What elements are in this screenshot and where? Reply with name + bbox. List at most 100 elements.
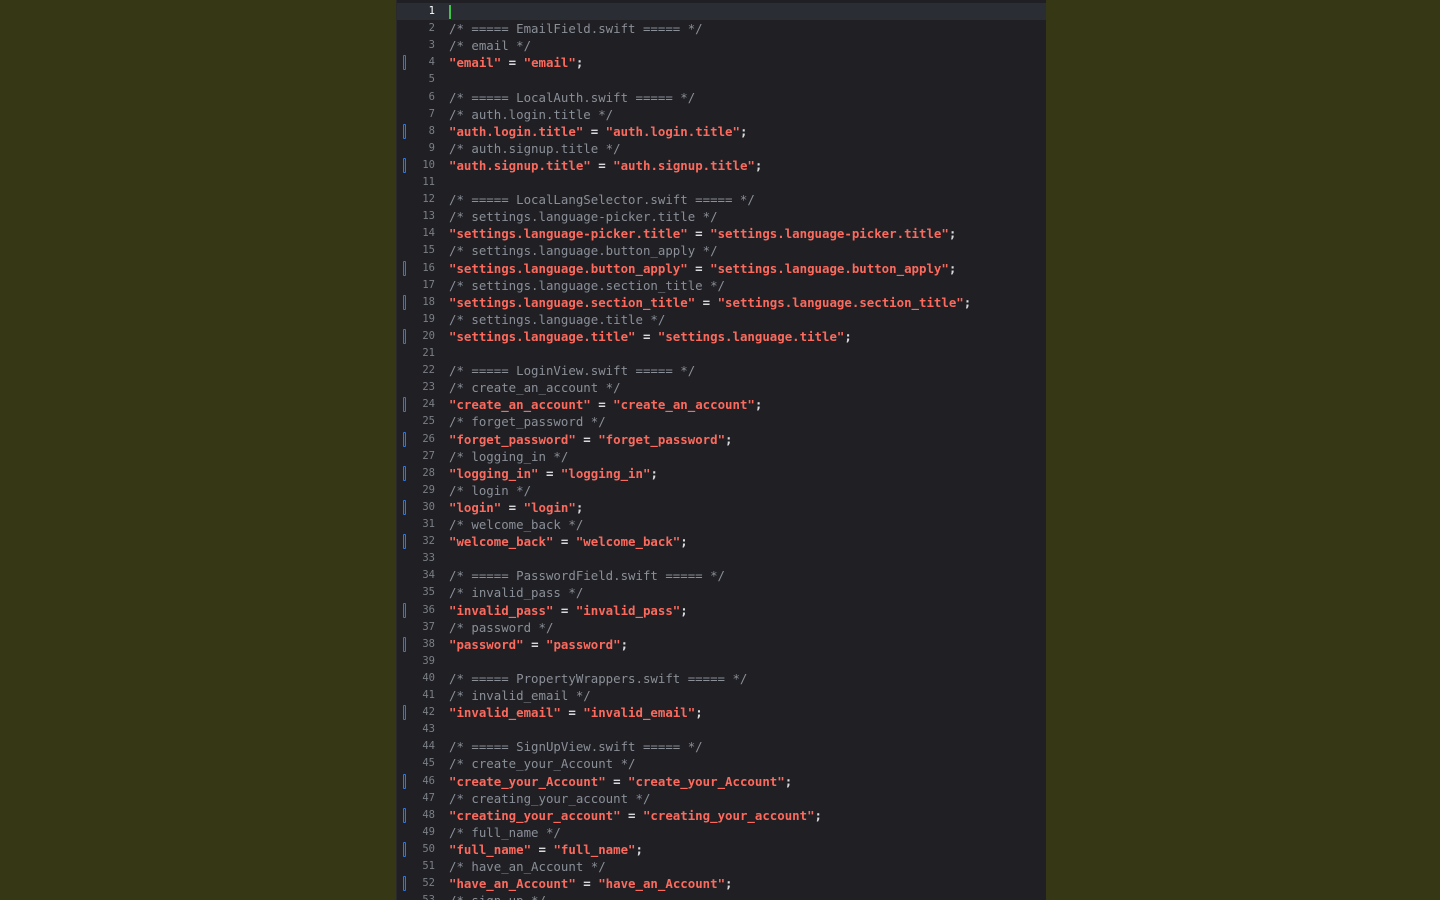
code-line[interactable]: 31 /* welcome_back */ [397,516,1046,533]
code-line[interactable]: 50 "full_name" = "full_name"; [397,841,1046,858]
string-value: "have_an_Account" [598,876,726,892]
code-line[interactable]: 35 /* invalid_pass */ [397,584,1046,601]
code-line[interactable]: 15 /* settings.language.button_apply */ [397,242,1046,259]
comment-text: /* sign_up */ [449,893,546,900]
assign-operator: = [523,636,546,652]
code-line[interactable]: 8 "auth.login.title" = "auth.login.title"… [397,123,1046,140]
code-line[interactable]: 52 "have_an_Account" = "have_an_Account"; [397,875,1046,892]
comment-text: /* welcome_back */ [449,517,584,532]
line-code: "invalid_email" = "invalid_email"; [449,704,703,721]
code-line[interactable]: 46 "create_your_Account" = "create_your_A… [397,773,1046,790]
code-line[interactable]: 27 /* logging_in */ [397,448,1046,465]
code-line[interactable]: 53 /* sign_up */ [397,892,1046,900]
comment-text: /* ===== PropertyWrappers.swift ===== */ [449,670,748,686]
code-line[interactable]: 22 /* ===== LoginView.swift ===== */ [397,362,1046,379]
comment-text: /* settings.language.section_title */ [449,277,726,293]
code-line[interactable]: 9 /* auth.signup.title */ [397,140,1046,157]
code-line[interactable]: 51 /* have_an_Account */ [397,858,1046,875]
assign-operator: = [538,465,561,481]
comment-text: /* forget_password */ [449,414,606,430]
assign-operator: = [531,841,554,857]
string-key: "logging_in" [449,465,539,481]
line-code: /* settings.language-picker.title */ [449,208,718,225]
line-code: "auth.signup.title" = "auth.signup.title… [449,157,762,174]
code-line[interactable]: 17 /* settings.language.section_title */ [397,277,1046,294]
line-code: /* settings.language.button_apply */ [449,242,718,259]
line-number: 32 [422,535,435,548]
comment-text: /* ===== PasswordField.swift ===== */ [449,568,726,584]
semicolon: ; [948,226,957,242]
code-line[interactable]: 37 /* password */ [397,619,1046,636]
code-line[interactable]: 5 [397,71,1046,88]
line-code: "settings.language.section_title" = "set… [449,294,971,311]
comment-text: /* create_an_account */ [449,380,621,396]
code-line[interactable]: 1 [397,3,1046,20]
code-line[interactable]: 25 /* forget_password */ [397,413,1046,430]
code-line[interactable]: 21 [397,345,1046,362]
assign-operator: = [501,499,524,515]
code-line[interactable]: 7 /* auth.login.title */ [397,106,1046,123]
code-line[interactable]: 48 "creating_your_account" = "creating_yo… [397,807,1046,824]
code-line[interactable]: 26 "forget_password" = "forget_password"; [397,431,1046,448]
code-line[interactable]: 32 "welcome_back" = "welcome_back"; [397,533,1046,550]
code-editor[interactable]: 1 2/* ===== EmailField.swift ===== */3/* … [396,0,1046,900]
comment-text: /* email */ [449,38,532,54]
comment-text: /* settings.language.button_apply */ [449,243,718,259]
comment-text: /* full_name */ [449,824,561,840]
code-line[interactable]: 36 "invalid_pass" = "invalid_pass"; [397,602,1046,619]
semicolon: ; [963,294,972,310]
line-number: 39 [422,654,435,667]
line-code: "logging_in" = "logging_in"; [449,465,658,482]
code-line[interactable]: 42 "invalid_email" = "invalid_email"; [397,704,1046,721]
code-line[interactable]: 12 /* ===== LocalLangSelector.swift =====… [397,191,1046,208]
code-line[interactable]: 2 /* ===== EmailField.swift ===== */ [397,20,1046,37]
code-line[interactable]: 40 /* ===== PropertyWrappers.swift ===== … [397,670,1046,687]
code-line[interactable]: 23 /* create_an_account */ [397,379,1046,396]
line-code: "settings.language.title" = "settings.la… [449,328,852,345]
code-line[interactable]: 30 "login" = "login"; [397,499,1046,516]
code-line[interactable]: 41 /* invalid_email */ [397,687,1046,704]
string-key: "password" [449,636,524,652]
line-number: 11 [422,176,435,188]
string-value: "invalid_pass" [575,602,681,618]
code-line[interactable]: 33 [397,550,1046,567]
line-code: "auth.login.title" = "auth.login.title"; [449,123,747,140]
code-line[interactable]: 28 "logging_in" = "logging_in"; [397,465,1046,482]
semicolon: ; [575,55,584,71]
code-line[interactable]: 45 /* create_your_Account */ [397,755,1046,772]
code-line[interactable]: 3 /* email */ [397,37,1046,54]
line-number: 21 [422,347,435,359]
code-line[interactable]: 6 /* ===== LocalAuth.swift ===== */ [397,89,1046,106]
code-line[interactable]: 20 "settings.language.title" = "settings.… [397,328,1046,345]
code-line[interactable]: 49 /* full_name */ [397,824,1046,841]
line-number: 44 [422,740,435,753]
code-line[interactable]: 29 /* login */ [397,482,1046,499]
code-line[interactable]: 38 "password" = "password"; [397,636,1046,653]
string-value: "create_an_account" [613,397,755,413]
line-number: 1 [428,5,435,17]
line-number: 30 [422,500,435,513]
code-line[interactable]: 14 "settings.language-picker.title" = "se… [397,225,1046,242]
code-line[interactable]: 43 [397,721,1046,738]
string-key: "create_an_account" [449,397,591,413]
semicolon: ; [635,841,643,857]
comment-text: /* invalid_email */ [449,688,591,703]
code-line[interactable]: 11 [397,174,1046,191]
code-line[interactable]: 16 "settings.language.button_apply" = "se… [397,260,1046,277]
code-line[interactable]: 10 "auth.signup.title" = "auth.signup.tit… [397,157,1046,174]
string-value: "settings.language.section_title" [717,294,964,310]
code-line[interactable]: 4 "email" = "email"; [397,54,1046,71]
line-number: 45 [422,757,435,770]
code-line[interactable]: 13 /* settings.language-picker.title */ [397,208,1046,225]
code-line[interactable]: 19 /* settings.language.title */ [397,311,1046,328]
line-number: 19 [422,312,435,325]
code-line[interactable]: 44 /* ===== SignUpView.swift ===== */ [397,738,1046,755]
string-key: "auth.signup.title" [449,157,591,173]
code-line[interactable]: 18 "settings.language.section_title" = "s… [397,294,1046,311]
code-line[interactable]: 47 /* creating_your_account */ [397,790,1046,807]
code-line[interactable]: 34 /* ===== PasswordField.swift ===== */ [397,567,1046,584]
code-line[interactable]: 24 "create_an_account" = "create_an_accou… [397,396,1046,413]
code-line[interactable]: 39 [397,653,1046,670]
line-code: "login" = "login"; [449,499,583,516]
comment-text: /* ===== LoginView.swift ===== */ [449,363,696,379]
